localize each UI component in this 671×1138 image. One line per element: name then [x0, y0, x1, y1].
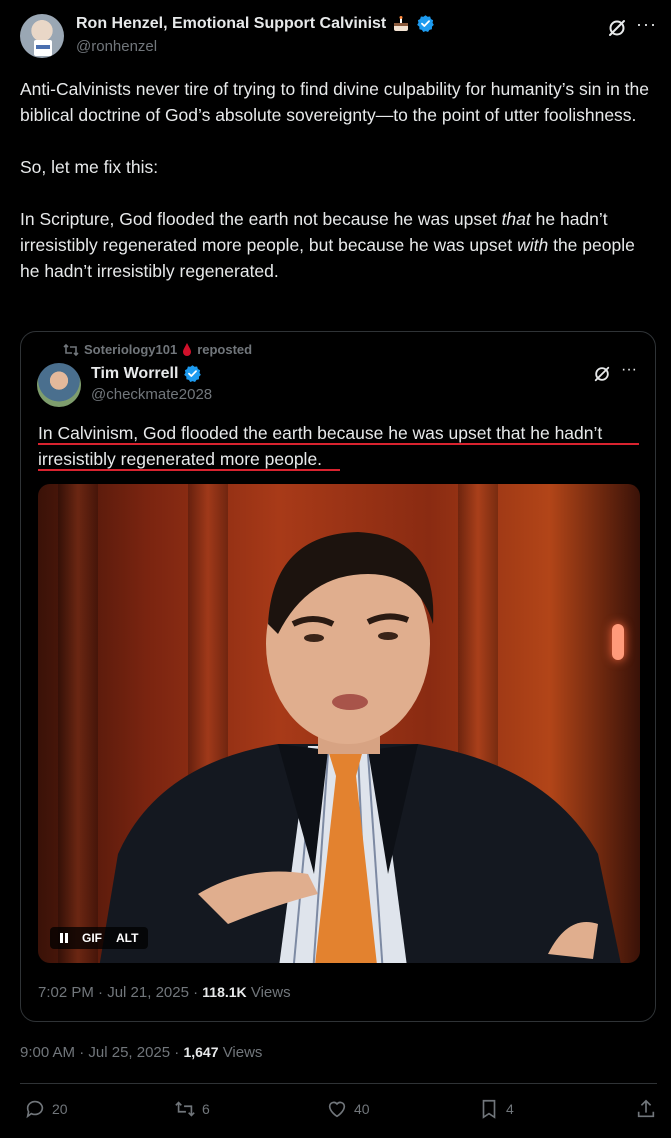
- drop-icon: [183, 342, 192, 356]
- quote-author-name[interactable]: Tim Worrell: [91, 365, 178, 383]
- post-views-count: 1,647: [183, 1044, 219, 1060]
- more-icon[interactable]: ···: [636, 14, 657, 35]
- cake-icon: [394, 15, 409, 31]
- quote-timestamp[interactable]: 7:02 PM · Jul 21, 2025 · 118.1K Views: [38, 984, 291, 1001]
- post-views-label: Views: [222, 1044, 263, 1061]
- author-name[interactable]: Ron Henzel, Emotional Support Calvinist: [76, 15, 386, 33]
- avatar[interactable]: [20, 14, 64, 58]
- post-date: Jul 25, 2025: [88, 1044, 171, 1061]
- p3-text-1: In Scripture, God flooded the earth not …: [20, 209, 502, 229]
- grok-icon[interactable]: [607, 18, 627, 38]
- like-button[interactable]: 40: [326, 1098, 370, 1120]
- quote-time: 7:02 PM: [38, 984, 94, 1001]
- post-header: Ron Henzel, Emotional Support Calvinist …: [20, 12, 657, 62]
- verified-icon[interactable]: [183, 364, 202, 383]
- like-count: 40: [354, 1101, 370, 1117]
- bookmark-count: 4: [506, 1101, 514, 1117]
- quote-text: In Calvinism, God flooded the earth beca…: [38, 423, 603, 469]
- post-text: Anti-Calvinists never tire of trying to …: [20, 76, 650, 310]
- post-time: 9:00 AM: [20, 1044, 76, 1061]
- share-button[interactable]: [635, 1098, 657, 1120]
- mug-graphic: [34, 40, 52, 56]
- post-paragraph-3: In Scripture, God flooded the earth not …: [20, 206, 650, 284]
- red-underline: [38, 443, 639, 445]
- person-illustration: [99, 532, 621, 963]
- divider: [20, 1083, 657, 1084]
- pause-icon[interactable]: [60, 933, 68, 943]
- bookmark-button[interactable]: 4: [478, 1098, 514, 1120]
- post-timestamp[interactable]: 9:00 AM · Jul 25, 2025 · 1,647 Views: [20, 1044, 262, 1061]
- reposter-name[interactable]: Soteriology101: [84, 342, 177, 357]
- more-icon[interactable]: ···: [621, 361, 637, 379]
- repost-icon: [175, 1101, 195, 1117]
- like-icon: [328, 1101, 346, 1118]
- author-handle[interactable]: @ronhenzel: [76, 38, 157, 55]
- p3-emphasis-1: that: [501, 209, 531, 229]
- author-name-line: Ron Henzel, Emotional Support Calvinist: [76, 14, 435, 33]
- grok-icon[interactable]: [593, 365, 611, 383]
- reply-icon: [26, 1100, 44, 1119]
- quote-avatar[interactable]: [37, 363, 81, 407]
- quote-views-label: Views: [250, 984, 291, 1001]
- post-paragraph-1: Anti-Calvinists never tire of trying to …: [20, 79, 649, 125]
- repost-icon: [63, 343, 79, 356]
- post-paragraph-2: So, let me fix this:: [20, 157, 159, 177]
- quote-author-line: Tim Worrell: [91, 364, 202, 383]
- action-bar: 20 6 40 4: [20, 1098, 657, 1126]
- p3-emphasis-2: with: [517, 235, 549, 255]
- quote-date: Jul 21, 2025: [107, 984, 189, 1001]
- repost-count: 6: [202, 1101, 210, 1117]
- reply-button[interactable]: 20: [24, 1098, 68, 1120]
- verified-icon[interactable]: [416, 14, 435, 33]
- reposted-label: reposted: [197, 342, 253, 357]
- share-icon: [637, 1099, 655, 1118]
- quote-author-handle[interactable]: @checkmate2028: [91, 386, 212, 403]
- alt-label[interactable]: ALT: [116, 931, 138, 945]
- bookmark-icon: [482, 1099, 496, 1119]
- quoted-post[interactable]: Soteriology101 reposted Tim Worrell @che…: [20, 331, 656, 1022]
- gif-controls[interactable]: GIF ALT: [50, 927, 149, 949]
- repost-line: Soteriology101 reposted: [63, 342, 252, 357]
- gif-media[interactable]: GIF ALT: [38, 484, 640, 963]
- quote-views-count: 118.1K: [202, 984, 247, 1000]
- repost-button[interactable]: 6: [174, 1098, 210, 1120]
- red-underline: [38, 469, 340, 471]
- reply-count: 20: [52, 1101, 68, 1117]
- gif-label: GIF: [82, 931, 102, 945]
